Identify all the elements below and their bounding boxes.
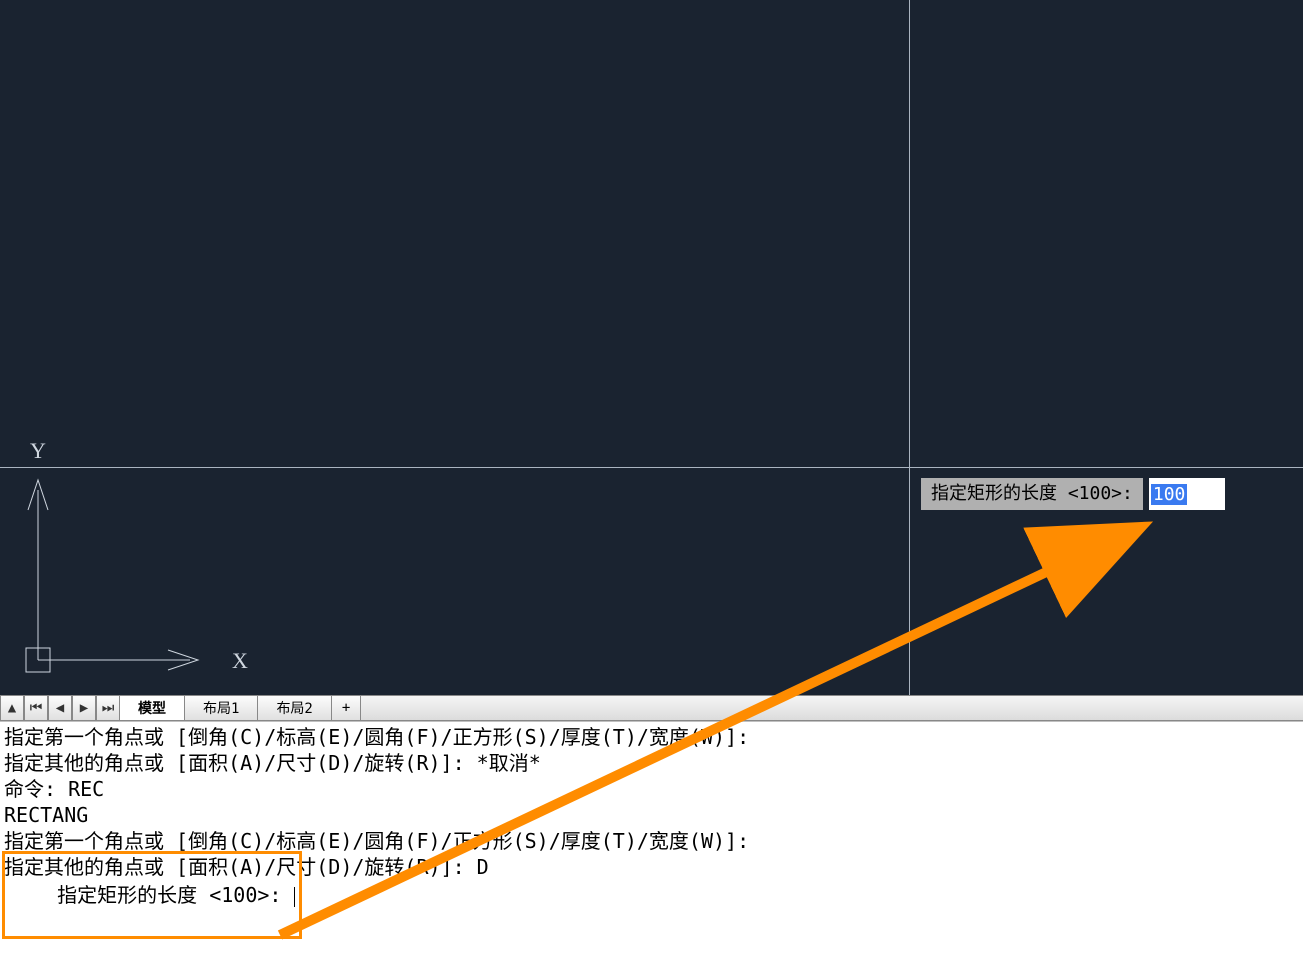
command-prompt-text: 指定矩形的长度 <100>: — [57, 883, 293, 907]
tab-add-button[interactable]: + — [332, 696, 361, 720]
dynamic-input-value: 100 — [1151, 484, 1188, 505]
ucs-icon: Y X — [20, 430, 260, 690]
ucs-y-label: Y — [30, 438, 46, 463]
crosshair-horizontal — [0, 467, 1303, 468]
command-window[interactable]: 指定第一个角点或 [倒角(C)/标高(E)/圆角(F)/正方形(S)/厚度(T)… — [0, 721, 1303, 969]
command-prompt-highlight: 指定矩形的长度 <100>: — [2, 851, 302, 939]
dynamic-input-label: 指定矩形的长度 <100>: — [921, 478, 1143, 510]
tab-scroll-up-button[interactable]: ▲ — [0, 696, 24, 720]
tab-prev-button[interactable]: ◀ — [48, 696, 72, 720]
tab-model[interactable]: 模型 — [120, 696, 185, 720]
tab-layout1-label: 布局1 — [203, 698, 239, 718]
tab-next-button[interactable]: ▶ — [72, 696, 96, 720]
drawing-canvas[interactable]: Y X 指定矩形的长度 <100>: 100 — [0, 0, 1303, 695]
cmd-history-line: 命令: REC — [4, 776, 1299, 802]
tab-layout1[interactable]: 布局1 — [185, 696, 258, 720]
layout-tab-bar: ▲ ⏮ ◀ ▶ ⏭ 模型 布局1 布局2 + — [0, 695, 1303, 721]
cmd-history-line: 指定其他的角点或 [面积(A)/尺寸(D)/旋转(R)]: *取消* — [4, 750, 1299, 776]
cmd-history-line: 指定第一个角点或 [倒角(C)/标高(E)/圆角(F)/正方形(S)/厚度(T)… — [4, 724, 1299, 750]
tab-model-label: 模型 — [138, 698, 166, 718]
cmd-history-line: RECTANG — [4, 802, 1299, 828]
tab-layout2[interactable]: 布局2 — [258, 696, 331, 720]
dynamic-input-tooltip: 指定矩形的长度 <100>: 100 — [921, 478, 1225, 510]
tab-first-button[interactable]: ⏮ — [24, 696, 48, 720]
ucs-x-label: X — [232, 648, 248, 673]
crosshair-vertical — [909, 0, 910, 695]
dynamic-input-field[interactable]: 100 — [1149, 478, 1225, 510]
tab-add-label: + — [342, 700, 350, 716]
tab-layout2-label: 布局2 — [276, 698, 312, 718]
tab-last-button[interactable]: ⏭ — [96, 696, 120, 720]
text-cursor — [294, 887, 295, 907]
